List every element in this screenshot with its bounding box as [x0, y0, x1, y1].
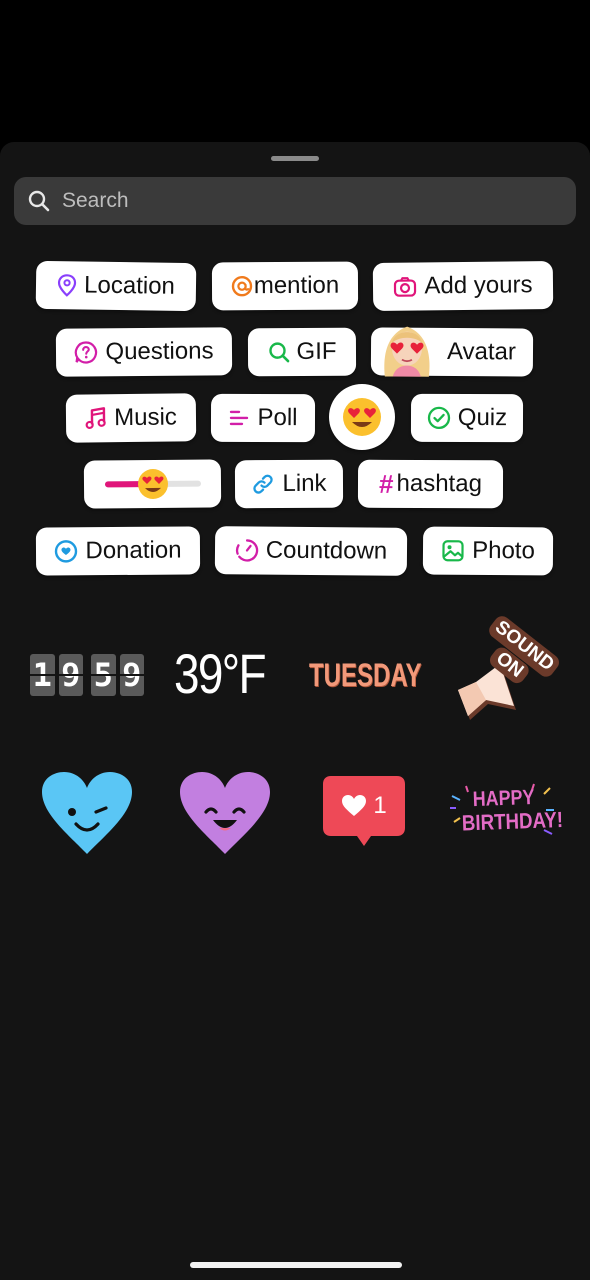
poll-sticker-button[interactable]: Poll	[210, 393, 316, 443]
search-icon	[28, 190, 50, 212]
photo-sticker-button[interactable]: Photo	[422, 526, 554, 576]
like-count-text: 1	[373, 792, 387, 819]
question-bubble-icon	[75, 341, 98, 364]
link-label: Link	[282, 469, 327, 498]
smiling-heart-icon	[180, 772, 270, 854]
quiz-sticker-button[interactable]: Quiz	[410, 393, 524, 443]
sticker-tray-sheet: Location mention Add yours Questions	[0, 142, 590, 1280]
clock-digit: 5	[91, 654, 116, 696]
happy-birthday-sticker[interactable]: HAPPY BIRTHDAY!	[446, 782, 564, 842]
link-sticker-button[interactable]: Link	[234, 459, 344, 509]
countdown-sticker-button[interactable]: Countdown	[214, 526, 408, 576]
donation-label: Donation	[85, 536, 182, 565]
link-icon	[253, 474, 274, 494]
photo-label: Photo	[472, 536, 535, 565]
donation-heart-icon	[55, 540, 78, 563]
add-yours-label: Add yours	[424, 271, 533, 300]
sheet-grabber[interactable]	[271, 156, 319, 161]
day-text: TUESDAY	[309, 657, 422, 693]
birthday-line2: BIRTHDAY!	[461, 806, 564, 836]
search-bar[interactable]	[14, 177, 576, 225]
blue-heart-sticker[interactable]	[40, 770, 134, 856]
search-input[interactable]	[62, 189, 542, 213]
temperature-text: 39°F	[174, 642, 267, 705]
emoji-slider-icon	[104, 468, 201, 499]
music-sticker-button[interactable]: Music	[65, 393, 197, 443]
home-indicator[interactable]	[190, 1262, 402, 1268]
search-icon	[268, 342, 289, 363]
countdown-label: Countdown	[265, 536, 388, 565]
winking-heart-icon	[42, 772, 132, 854]
heart-eyes-emoji-icon	[343, 398, 381, 436]
like-content: 1	[321, 774, 407, 838]
emoji-reaction-sticker-button[interactable]	[329, 384, 395, 450]
like-count-sticker[interactable]: 1	[321, 774, 407, 854]
avatar-label: Avatar	[446, 337, 517, 366]
hashtag-sticker-button[interactable]: # hashtag	[357, 459, 504, 509]
location-label: Location	[83, 271, 176, 300]
music-label: Music	[114, 403, 177, 432]
sound-on-sticker[interactable]: SOUND ON	[448, 612, 563, 726]
heart-icon	[342, 795, 367, 816]
add-yours-sticker-button[interactable]: Add yours	[372, 261, 554, 311]
birthday-text: HAPPY BIRTHDAY!	[461, 786, 564, 836]
mention-label: mention	[253, 271, 340, 300]
clock-sticker[interactable]: 1 9 5 9	[30, 654, 145, 696]
clock-digit: 9	[119, 654, 145, 696]
questions-sticker-button[interactable]: Questions	[55, 327, 233, 377]
donation-sticker-button[interactable]: Donation	[35, 526, 201, 576]
avatar-image	[384, 326, 430, 377]
music-note-icon	[85, 407, 106, 430]
threads-at-icon	[231, 276, 252, 297]
clock-digit: 1	[30, 654, 55, 696]
countdown-timer-icon	[235, 539, 258, 562]
gif-label: GIF	[296, 337, 337, 366]
camera-icon	[394, 277, 417, 297]
image-icon	[442, 540, 464, 562]
emoji-slider-sticker-button[interactable]	[83, 459, 222, 509]
poll-lines-icon	[230, 410, 249, 426]
hashtag-icon: #	[379, 468, 394, 499]
mention-sticker-button[interactable]: mention	[211, 261, 359, 311]
poll-label: Poll	[257, 403, 298, 432]
day-sticker[interactable]: TUESDAY	[309, 654, 421, 696]
avatar-sticker-button[interactable]: Avatar	[370, 326, 534, 377]
quiz-label: Quiz	[457, 403, 508, 432]
clock-digit: 9	[58, 654, 84, 696]
location-pin-icon	[58, 274, 77, 297]
questions-label: Questions	[105, 337, 214, 366]
purple-heart-sticker[interactable]	[178, 770, 272, 856]
gif-sticker-button[interactable]: GIF	[247, 327, 357, 377]
temperature-sticker[interactable]: 39°F	[174, 642, 284, 706]
hashtag-label: hashtag	[396, 469, 482, 498]
location-sticker-button[interactable]: Location	[35, 260, 197, 312]
check-circle-icon	[427, 406, 450, 430]
